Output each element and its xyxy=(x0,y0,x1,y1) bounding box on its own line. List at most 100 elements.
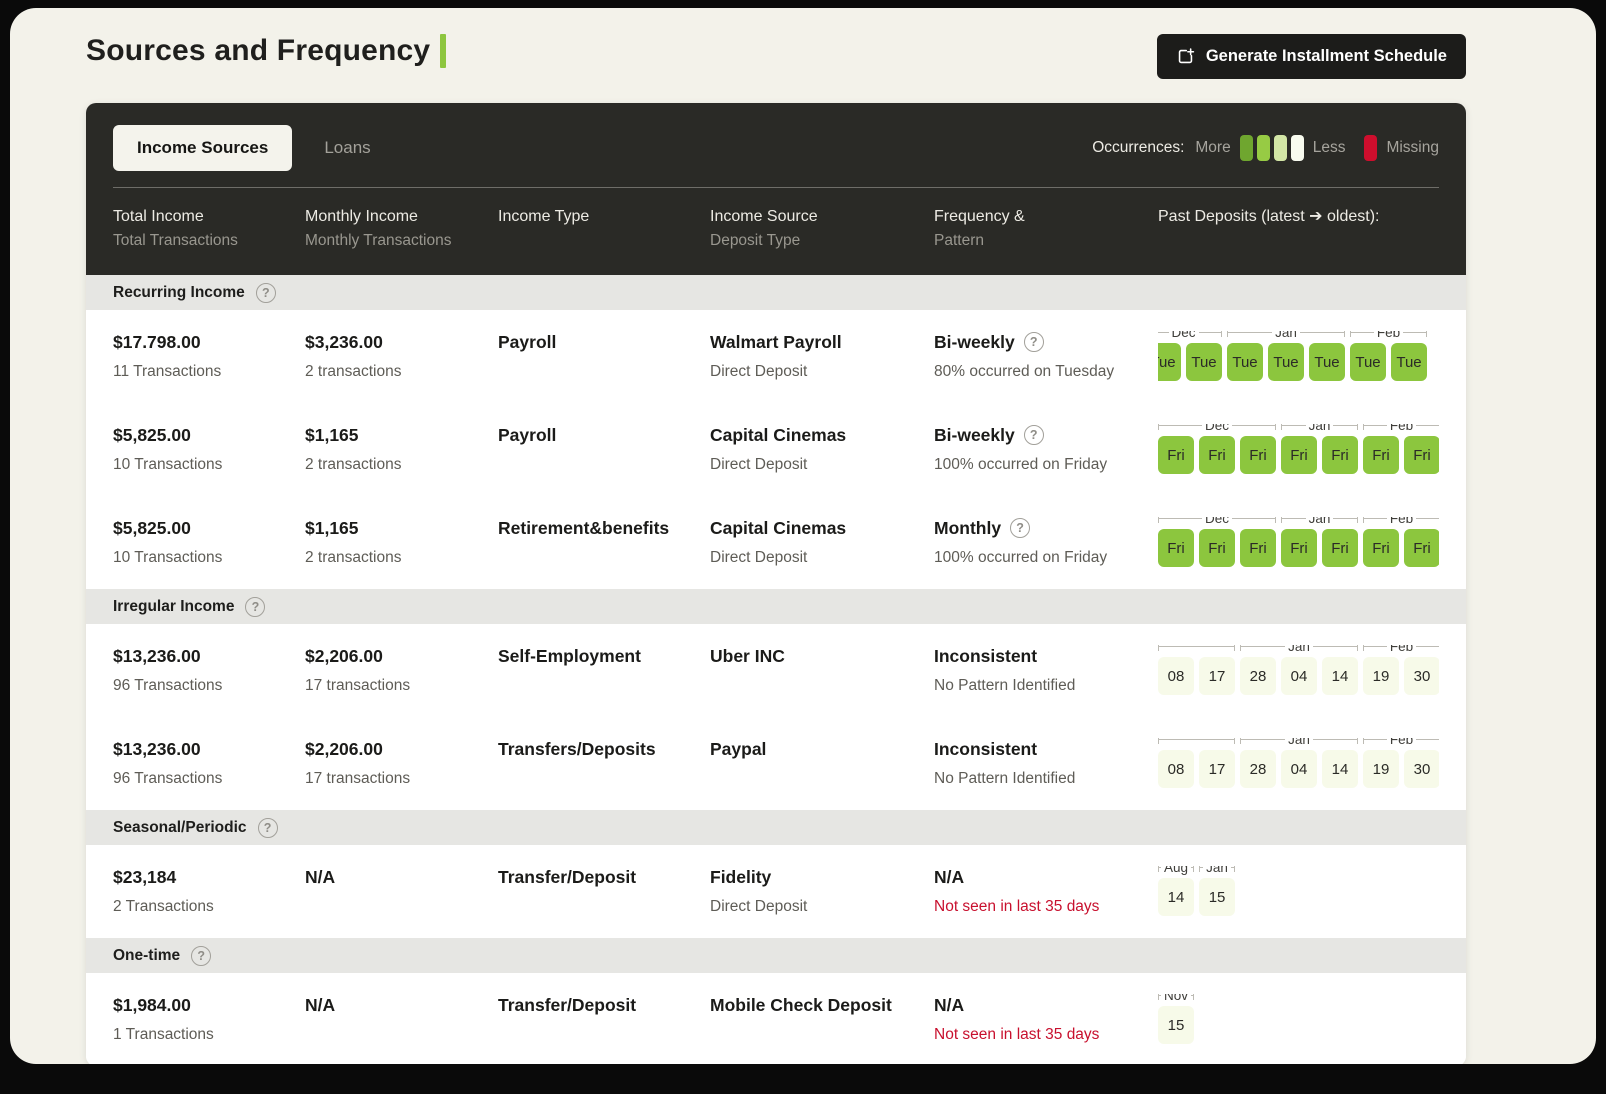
column-header: Total IncomeTotal Transactions xyxy=(113,206,305,251)
timeline-month-group: Jan280414 xyxy=(1240,738,1358,788)
deposit-day-box: Tue xyxy=(1227,343,1263,381)
timeline-day-boxes: 1930 xyxy=(1363,657,1439,695)
income-row: $13,236.0096 Transactions$2,206.0017 tra… xyxy=(86,624,1466,717)
total-income-cell: $5,825.0010 Transactions xyxy=(113,424,305,475)
deposit-day-box: Fri xyxy=(1240,436,1276,474)
income-row: $5,825.0010 Transactions$1,1652 transact… xyxy=(86,403,1466,496)
timeline-month-group: Jan 15 xyxy=(1199,866,1235,916)
deposit-type: Direct Deposit xyxy=(710,548,934,568)
deposit-day-box: Fri xyxy=(1199,529,1235,567)
timeline-month-group: FebFriFri xyxy=(1363,517,1439,567)
frequency-value: Monthly? xyxy=(934,517,1158,539)
page-header: Sources and Frequency Generate Installme… xyxy=(86,34,1466,79)
timeline-month-bracket: Jan xyxy=(1240,645,1358,657)
monthly-income-value: $2,206.00 xyxy=(305,645,498,667)
frequency-help-icon[interactable]: ? xyxy=(1024,425,1044,445)
total-income-cell: $23,1842 Transactions xyxy=(113,866,305,917)
total-income-cell: $13,236.0096 Transactions xyxy=(113,738,305,789)
total-income-cell: $1,984.001 Transactions xyxy=(113,994,305,1045)
timeline-day-boxes: TueTueTue xyxy=(1227,343,1345,381)
timeline-month-group: DecTueTue xyxy=(1158,331,1222,381)
section-header: Irregular Income? xyxy=(86,589,1466,624)
frequency-help-icon[interactable]: ? xyxy=(1010,518,1030,538)
income-row: $17.798.0011 Transactions$3,236.002 tran… xyxy=(86,310,1466,403)
timeline-day-boxes: FriFri xyxy=(1363,529,1439,567)
timeline-month-bracket: Feb xyxy=(1363,517,1439,529)
deposit-day-box: Tue xyxy=(1158,343,1181,381)
section-title: One-time xyxy=(113,947,180,965)
monthly-income-cell: $2,206.0017 transactions xyxy=(305,645,498,696)
frequency-cell: InconsistentNo Pattern Identified xyxy=(934,738,1158,789)
page-title: Sources and Frequency xyxy=(86,34,446,68)
timeline-day-boxes: FriFriFri xyxy=(1158,529,1276,567)
total-income-value: $13,236.00 xyxy=(113,738,305,760)
tab-loans[interactable]: Loans xyxy=(300,125,394,171)
frequency-help-icon[interactable]: ? xyxy=(1024,332,1044,352)
income-type-value: Self-Employment xyxy=(498,645,710,667)
pattern-text: 100% occurred on Friday xyxy=(934,455,1158,475)
monthly-income-value: N/A xyxy=(305,866,498,888)
income-source-cell: Capital Cinemas Direct Deposit xyxy=(710,517,934,568)
timeline-month-label: Jan xyxy=(1203,866,1231,875)
deposit-timeline: Aug14Jan15 xyxy=(1158,866,1439,916)
timeline-month-label: Nov xyxy=(1161,994,1191,1003)
timeline-month-bracket: Dec xyxy=(1158,517,1276,529)
section-header: One-time? xyxy=(86,938,1466,973)
column-header: Past Deposits (latest ➔ oldest): xyxy=(1158,206,1439,251)
timeline-month-bracket: Feb xyxy=(1363,645,1439,657)
total-transactions: 11 Transactions xyxy=(113,362,305,382)
total-income-value: $5,825.00 xyxy=(113,517,305,539)
section-help-icon[interactable]: ? xyxy=(245,597,265,617)
legend-title: Occurrences: xyxy=(1092,139,1184,157)
income-sources-card: Income SourcesLoans Occurrences:MoreLess… xyxy=(86,103,1466,1064)
card-header: Income SourcesLoans Occurrences:MoreLess… xyxy=(86,103,1466,275)
past-deposits-cell: 0817Jan280414Feb1930 xyxy=(1158,738,1439,788)
timeline-day-boxes: FriFriFri xyxy=(1158,436,1276,474)
income-source-cell: Capital CinemasDirect Deposit xyxy=(710,424,934,475)
income-source-value: Capital Cinemas xyxy=(710,517,934,539)
legend-missing-label: Missing xyxy=(1386,139,1439,157)
total-income-value: $17.798.00 xyxy=(113,331,305,353)
generate-installment-schedule-button[interactable]: Generate Installment Schedule xyxy=(1157,34,1466,79)
monthly-income-cell: $1,1652 transactions xyxy=(305,424,498,475)
past-deposits-cell: DecFriFriFriJanFriFriFebFriFri xyxy=(1158,517,1439,567)
deposit-day-box: Fri xyxy=(1322,436,1358,474)
section-help-icon[interactable]: ? xyxy=(256,283,276,303)
deposit-day-box: Fri xyxy=(1281,529,1317,567)
timeline-month-bracket: Jan xyxy=(1281,517,1358,529)
deposit-day-box: Fri xyxy=(1158,436,1194,474)
timeline-month-label: Jan xyxy=(1272,331,1300,340)
timeline-month-group: DecFriFriFri xyxy=(1158,517,1276,567)
section-help-icon[interactable]: ? xyxy=(258,818,278,838)
frequency-cell: Bi-weekly? 100% occurred on Friday xyxy=(934,424,1158,475)
column-headers: Total IncomeTotal TransactionsMonthly In… xyxy=(86,188,1466,275)
timeline-month-label: Jan xyxy=(1306,517,1334,526)
pattern-text: No Pattern Identified xyxy=(934,769,1158,789)
timeline-month-bracket: Feb xyxy=(1363,424,1439,436)
frequency-value: N/A xyxy=(934,866,1158,888)
section-help-icon[interactable]: ? xyxy=(191,946,211,966)
app-background: Sources and Frequency Generate Installme… xyxy=(10,8,1596,1064)
income-type-cell: Self-Employment xyxy=(498,645,710,667)
income-type-cell: Transfer/Deposit xyxy=(498,866,710,888)
tab-income-sources[interactable]: Income Sources xyxy=(113,125,292,171)
frequency-value: Bi-weekly? xyxy=(934,424,1158,446)
pattern-text: No Pattern Identified xyxy=(934,676,1158,696)
deposit-day-box: 15 xyxy=(1158,1006,1194,1044)
deposit-day-box: 15 xyxy=(1199,878,1235,916)
income-row: $13,236.0096 Transactions$2,206.0017 tra… xyxy=(86,717,1466,810)
deposit-day-box: 14 xyxy=(1322,750,1358,788)
scale-swatch xyxy=(1257,135,1270,161)
timeline-day-boxes: 15 xyxy=(1158,1006,1194,1044)
deposit-day-box: Fri xyxy=(1404,529,1439,567)
past-deposits-cell: Nov 15 xyxy=(1158,994,1439,1044)
monthly-income-value: $3,236.00 xyxy=(305,331,498,353)
timeline-day-boxes: 15 xyxy=(1199,878,1235,916)
section-title: Irregular Income xyxy=(113,598,234,616)
past-deposits-cell: Aug14Jan15 xyxy=(1158,866,1439,916)
frequency-cell: Monthly?100% occurred on Friday xyxy=(934,517,1158,568)
deposit-timeline: DecTueTueJanTueTueTueFebTueTue xyxy=(1158,331,1439,381)
legend-less-label: Less xyxy=(1313,139,1346,157)
timeline-day-boxes: TueTue xyxy=(1158,343,1222,381)
income-type-cell: Payroll xyxy=(498,331,710,353)
